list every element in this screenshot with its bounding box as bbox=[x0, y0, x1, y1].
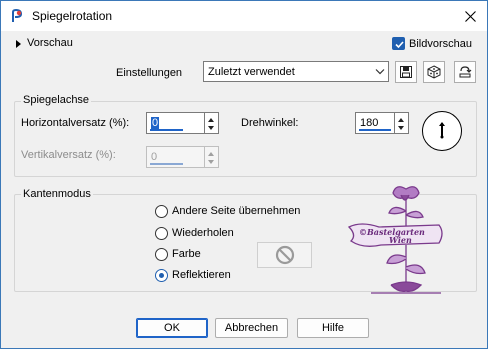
window-title: Spiegelrotation bbox=[32, 9, 113, 23]
horizontal-offset-label: Horizontalversatz (%): bbox=[21, 117, 130, 129]
rotation-dial[interactable] bbox=[422, 111, 462, 151]
save-icon bbox=[400, 66, 412, 78]
rotation-angle-spin-buttons[interactable] bbox=[395, 112, 409, 134]
radio-color-label[interactable]: Farbe bbox=[172, 248, 201, 260]
image-preview-label: Bildvorschau bbox=[409, 38, 472, 50]
edge-mode-group-label: Kantenmodus bbox=[21, 188, 93, 200]
radio-repeat[interactable] bbox=[155, 227, 168, 240]
ok-button[interactable]: OK bbox=[136, 318, 208, 338]
watermark-text-2: Wien bbox=[389, 235, 412, 245]
spin-down-icon[interactable] bbox=[398, 126, 404, 130]
settings-dropdown-value: Zuletzt verwendet bbox=[208, 66, 295, 78]
settings-dropdown[interactable]: Zuletzt verwendet bbox=[203, 61, 389, 82]
help-button[interactable]: Hilfe bbox=[297, 318, 369, 338]
horizontal-offset-value: 0 bbox=[151, 117, 160, 129]
settings-label: Einstellungen bbox=[116, 67, 183, 79]
spin-up-icon[interactable] bbox=[398, 118, 404, 122]
vertical-offset-stepper[interactable]: 0 bbox=[146, 146, 219, 168]
chevron-right-icon[interactable] bbox=[16, 40, 21, 48]
radio-color[interactable] bbox=[155, 248, 168, 261]
dice-icon bbox=[427, 65, 441, 79]
disabled-icon bbox=[275, 245, 294, 265]
title-bar: Spiegelrotation bbox=[1, 1, 487, 31]
checkmark-icon bbox=[395, 41, 404, 49]
cancel-button[interactable]: Abbrechen bbox=[215, 318, 288, 338]
radio-repeat-label[interactable]: Wiederholen bbox=[172, 227, 234, 239]
rotation-angle-field[interactable]: 180 bbox=[355, 112, 395, 134]
mirror-axis-group-label: Spiegelachse bbox=[21, 94, 92, 106]
dial-needle-icon bbox=[439, 122, 445, 139]
close-icon bbox=[464, 10, 476, 22]
save-preset-button[interactable] bbox=[395, 61, 417, 83]
rotation-angle-label: Drehwinkel: bbox=[241, 117, 299, 129]
spin-up-icon[interactable] bbox=[208, 118, 214, 122]
vertical-offset-slider-bar[interactable] bbox=[150, 163, 183, 165]
vertical-offset-spin-buttons[interactable] bbox=[205, 146, 219, 168]
radio-take-other-side[interactable] bbox=[155, 205, 168, 218]
radio-reflect[interactable] bbox=[155, 269, 168, 282]
image-preview-checkbox[interactable] bbox=[392, 37, 405, 50]
app-logo-icon bbox=[12, 9, 23, 22]
dialog-window: Spiegelrotation Vorschau Bildvorschau Ei… bbox=[0, 0, 488, 349]
spin-up-icon[interactable] bbox=[208, 152, 214, 156]
rotation-angle-value: 180 bbox=[360, 117, 379, 129]
help-button-label: Hilfe bbox=[321, 322, 344, 334]
spin-down-icon[interactable] bbox=[208, 160, 214, 164]
vertical-offset-label: Vertikalversatz (%): bbox=[21, 149, 116, 161]
horizontal-offset-field[interactable]: 0 bbox=[146, 112, 205, 134]
preview-toggle-label[interactable]: Vorschau bbox=[27, 37, 73, 49]
rotation-angle-stepper[interactable]: 180 bbox=[355, 112, 428, 134]
randomize-button[interactable] bbox=[423, 61, 445, 83]
vertical-offset-value: 0 bbox=[151, 151, 158, 163]
spin-down-icon[interactable] bbox=[208, 126, 214, 130]
edge-color-swatch[interactable] bbox=[257, 242, 312, 268]
radio-take-other-side-label[interactable]: Andere Seite übernehmen bbox=[172, 205, 300, 217]
close-button[interactable] bbox=[457, 5, 483, 27]
cancel-button-label: Abbrechen bbox=[224, 322, 279, 334]
rotation-angle-slider-bar[interactable] bbox=[359, 129, 391, 131]
watermark-logo: ©Bastelgarten Wien bbox=[347, 186, 443, 294]
ok-button-label: OK bbox=[164, 322, 180, 334]
horizontal-offset-spin-buttons[interactable] bbox=[205, 112, 219, 134]
radio-reflect-label[interactable]: Reflektieren bbox=[172, 269, 231, 281]
horizontal-offset-slider-bar[interactable] bbox=[150, 129, 183, 131]
horizontal-offset-stepper[interactable]: 0 bbox=[146, 112, 219, 134]
vertical-offset-field[interactable]: 0 bbox=[146, 146, 205, 168]
chevron-down-icon bbox=[375, 69, 385, 75]
reset-button[interactable] bbox=[454, 61, 476, 83]
reset-icon bbox=[459, 66, 472, 78]
